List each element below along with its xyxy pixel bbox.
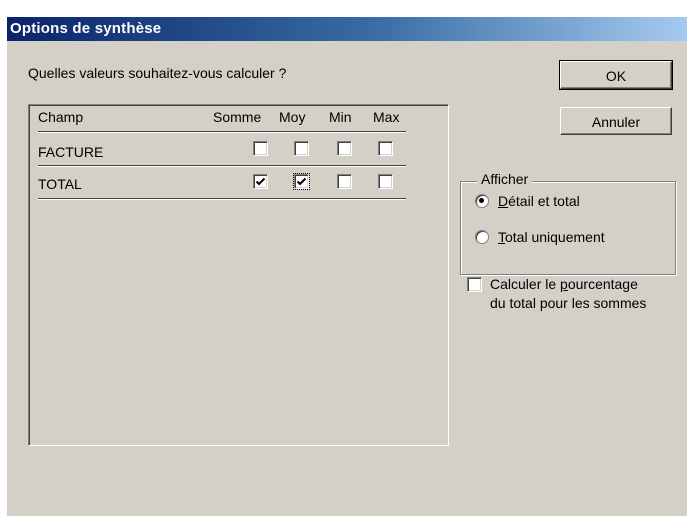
total-max-checkbox[interactable] <box>378 174 393 189</box>
column-header-field: Champ <box>38 109 84 125</box>
facture-sum-checkbox[interactable] <box>253 141 268 156</box>
header-divider <box>38 131 406 133</box>
total-only-radio[interactable] <box>475 230 489 244</box>
calculate-prompt: Quelles valeurs souhaitez-vous calculer … <box>28 65 287 81</box>
facture-max-checkbox[interactable] <box>378 141 393 156</box>
column-header-min: Min <box>329 109 352 125</box>
total-min-checkbox[interactable] <box>337 174 352 189</box>
facture-min-checkbox[interactable] <box>337 141 352 156</box>
column-header-sum: Somme <box>213 109 262 125</box>
title-bar[interactable]: Options de synthèse <box>7 17 687 41</box>
row-divider <box>38 198 406 200</box>
total-avg-checkbox[interactable] <box>293 173 310 190</box>
cancel-button[interactable]: Annuler <box>560 107 672 135</box>
percentage-checkbox[interactable] <box>467 277 482 292</box>
percentage-label[interactable]: Calculer le pourcentage du total pour le… <box>490 275 646 313</box>
detail-and-total-label[interactable]: Détail et total <box>498 193 580 209</box>
facture-avg-checkbox[interactable] <box>294 141 309 156</box>
checkmark-icon <box>255 177 266 186</box>
field-name-total: TOTAL <box>38 176 82 192</box>
total-sum-checkbox[interactable] <box>253 174 268 189</box>
column-header-avg: Moy <box>279 109 306 125</box>
summary-options-dialog: Options de synthèse Quelles valeurs souh… <box>7 17 687 516</box>
radio-selected-dot <box>479 198 484 203</box>
checkmark-icon <box>296 177 307 186</box>
field-name-facture: FACTURE <box>38 144 104 160</box>
dialog-title: Options de synthèse <box>10 20 162 37</box>
total-only-label[interactable]: Total uniquement <box>498 229 605 245</box>
row-divider <box>38 165 406 167</box>
ok-button[interactable]: OK <box>559 60 673 90</box>
column-header-max: Max <box>373 109 400 125</box>
detail-and-total-radio[interactable] <box>475 194 489 208</box>
display-group-label: Afficher <box>477 171 533 187</box>
